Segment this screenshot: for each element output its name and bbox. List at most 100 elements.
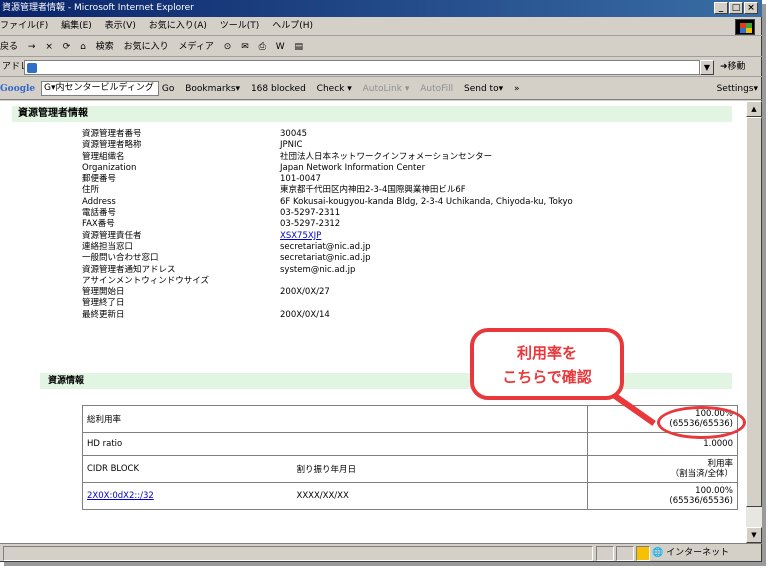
table-row: 2X0X:0dX2::/32 XXXX/XX/XX 100.00% (65536… [82, 482, 738, 510]
total-usage-label: 総利用率 [82, 405, 588, 433]
favorites-button[interactable]: お気に入り [124, 42, 169, 52]
field-label: 住所 [82, 185, 100, 196]
scroll-up-button[interactable]: ▲ [746, 101, 762, 117]
field-label: 一般問い合わせ窓口 [82, 253, 159, 264]
resource-section-title: 資源情報 [40, 373, 732, 389]
edit-button[interactable]: W [276, 42, 285, 52]
cidr-block-link[interactable]: 2X0X:0dX2::/32 [87, 491, 154, 501]
bookmarks-button[interactable]: Bookmarks▾ [185, 84, 240, 94]
field-label: 資源管理者番号 [82, 129, 142, 139]
go-button[interactable]: ➜移動 [720, 58, 746, 77]
field-label: 連絡担当窓口 [82, 241, 134, 252]
table-row: HD ratio 1.0000 [82, 432, 738, 456]
field-value: 社団法人日本ネットワークインフォメーションセンター [280, 151, 493, 162]
field-label: 電話番号 [82, 208, 117, 219]
print-button[interactable]: ⎙ [259, 42, 266, 52]
vertical-scrollbar[interactable]: ▲ ▼ [746, 101, 762, 543]
field-value [280, 298, 573, 309]
stop-button[interactable]: × [45, 42, 53, 52]
google-logo: Google [0, 84, 36, 94]
minimize-button[interactable]: _ [714, 2, 728, 14]
page-content: 資源管理者情報 資源管理者番号 資源管理者略称 管理組織名 Organizati… [0, 101, 746, 543]
resource-table: 総利用率 100.00% (65536/65536) HD ratio 1.00… [82, 405, 738, 510]
field-labels: 資源管理者番号 資源管理者略称 管理組織名 Organization 郵便番号 … [82, 129, 209, 321]
menu-view[interactable]: 表示(V) [105, 21, 136, 31]
home-button[interactable]: ⌂ [80, 42, 86, 52]
windows-logo-icon [735, 19, 755, 35]
field-value: 6F Kokusai-kougyou-kanda Bldg, 2-3-4 Uch… [280, 196, 573, 207]
page-title: 資源管理者情報 [12, 106, 732, 122]
google-toolbar: Google G▾内センタービルディング Go Bookmarks▾ 168 b… [0, 78, 762, 100]
hd-ratio-label: HD ratio [82, 432, 588, 456]
lock-icon [636, 546, 650, 561]
autofill-button[interactable]: AutoFill [420, 84, 453, 94]
annotation-callout: 利用率を こちらで確認 [470, 328, 624, 400]
menu-favorites[interactable]: お気に入り(A) [149, 21, 207, 31]
more-chevron-button[interactable]: » [514, 84, 520, 94]
field-value: 101-0047 [280, 174, 321, 185]
close-button[interactable]: × [744, 2, 758, 14]
browser-window: 資源管理者情報 - Microsoft Internet Explorer _ … [0, 0, 762, 562]
menu-file[interactable]: ファイル(F) [0, 21, 48, 31]
popup-blocked-button[interactable]: 168 blocked [251, 84, 306, 94]
responsible-person-link[interactable]: XSX75XJP [280, 231, 321, 241]
settings-button[interactable]: Settings▾ [717, 78, 758, 100]
field-value: system@nic.ad.jp [280, 264, 356, 275]
field-value: secretariat@nic.ad.jp [280, 241, 371, 252]
scroll-down-button[interactable]: ▼ [746, 527, 762, 543]
field-label: 資源管理者略称 [82, 140, 142, 151]
field-label: Address [82, 196, 116, 207]
internet-zone: 🌐 インターネット [652, 548, 730, 558]
menu-tools[interactable]: ツール(T) [220, 21, 260, 31]
cidr-block-header: CIDR BLOCK [82, 455, 293, 483]
status-text-cell [3, 546, 593, 561]
discuss-button[interactable]: ▤ [294, 42, 303, 52]
field-value: Japan Network Information Center [280, 162, 426, 173]
allocation-date-header: 割り振り年月日 [292, 455, 588, 483]
google-go-button[interactable]: Go [162, 84, 174, 94]
page-icon [27, 63, 37, 73]
search-button[interactable]: 検索 [96, 42, 114, 52]
standard-toolbar: 戻る → × ⟳ ⌂ 検索 お気に入り メディア ⊙ ✉ ⎙ W ▤ [0, 37, 762, 57]
menu-edit[interactable]: 編集(E) [61, 21, 92, 31]
address-bar: アドレス(D) ▼ ➜移動 [0, 58, 762, 77]
scroll-thumb[interactable] [746, 117, 762, 507]
field-label: 資源管理責任者 [82, 230, 142, 241]
mail-button[interactable]: ✉ [241, 42, 249, 52]
usage-rate-header: 利用率 （割当済/全体） [587, 455, 738, 483]
forward-button[interactable]: → [28, 42, 36, 52]
maximize-button[interactable]: □ [729, 2, 743, 14]
address-dropdown-button[interactable]: ▼ [700, 60, 714, 75]
back-button[interactable]: 戻る [0, 42, 18, 52]
field-label: アサインメントウィンドウサイズ [82, 275, 209, 286]
send-to-button[interactable]: Send to▾ [464, 84, 503, 94]
field-value [280, 276, 573, 287]
menu-bar: ファイル(F) 編集(E) 表示(V) お気に入り(A) ツール(T) ヘルプ(… [0, 17, 762, 36]
field-label: 郵便番号 [82, 174, 117, 185]
status-cell [596, 546, 614, 561]
status-bar: 🌐 インターネット [0, 543, 762, 562]
table-header-row: CIDR BLOCK 割り振り年月日 利用率 （割当済/全体） [82, 455, 738, 483]
field-value: 200X/0X/27 [280, 287, 330, 298]
cidr-usage-rate: 100.00% (65536/65536) [587, 482, 738, 510]
field-label: 管理終了日 [82, 298, 125, 309]
google-search-combo[interactable]: G▾内センタービルディング [41, 81, 160, 96]
window-title: 資源管理者情報 - Microsoft Internet Explorer [2, 3, 194, 13]
field-value: 03-5297-2312 [280, 219, 341, 230]
field-label: 資源管理者通知アドレス [82, 264, 176, 275]
field-value: 03-5297-2311 [280, 208, 341, 219]
field-value: secretariat@nic.ad.jp [280, 253, 371, 264]
spell-check-button[interactable]: Check ▾ [317, 84, 352, 94]
history-button[interactable]: ⊙ [224, 42, 232, 52]
status-cell [616, 546, 634, 561]
media-button[interactable]: メディア [179, 42, 214, 52]
highlight-oval [657, 406, 746, 439]
title-bar: 資源管理者情報 - Microsoft Internet Explorer _ … [0, 0, 762, 17]
address-input[interactable] [24, 60, 700, 75]
field-value: 200X/0X/14 [280, 309, 330, 320]
refresh-button[interactable]: ⟳ [63, 42, 71, 52]
field-label: FAX番号 [82, 219, 115, 230]
autolink-button[interactable]: AutoLink ▾ [363, 84, 410, 94]
menu-help[interactable]: ヘルプ(H) [272, 21, 313, 31]
field-label: 最終更新日 [82, 309, 125, 320]
